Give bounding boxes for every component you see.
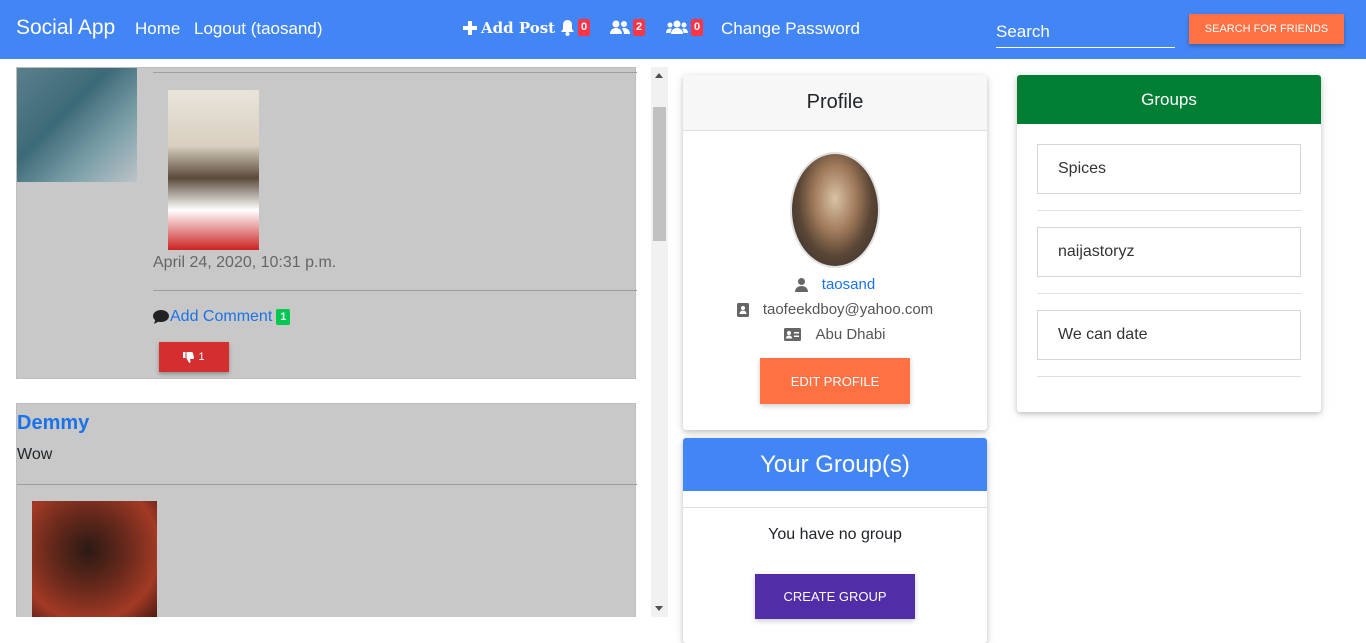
groups-card: Groups Spices naijastoryz We can date [1017,75,1321,412]
add-post-label: Add Post [481,19,556,37]
post-card: Demmy Wow [16,403,637,617]
feed-scrollbar[interactable] [651,67,668,617]
dislike-button[interactable]: 1 [159,342,229,372]
scroll-thumb[interactable] [653,107,666,241]
post-text: Wow [17,446,53,463]
users-icon [610,20,630,34]
nav-logout-link[interactable]: Logout (taosand) [194,19,323,39]
address-book-icon [736,302,749,317]
groups-title: Groups [1017,75,1321,124]
profile-email: taofeekdboy@yahoo.com [762,301,934,318]
change-password-link[interactable]: Change Password [721,19,860,39]
brand-link[interactable]: Social App [16,16,115,40]
comment-icon [153,309,169,324]
user-icon [794,277,808,292]
notifications-link[interactable]: 0 [560,19,591,36]
profile-username[interactable]: taosand [822,276,875,293]
divider [1037,210,1301,211]
add-comment-link[interactable]: Add Comment 1 [153,308,291,326]
divider [1037,293,1301,294]
divider [153,290,637,291]
add-comment-label: Add Comment [170,308,273,325]
friend-requests-link[interactable]: 2 [610,19,646,36]
divider [683,507,987,508]
group-item-spices[interactable]: Spices [1037,144,1301,194]
group-icon [666,20,688,34]
post-image[interactable] [168,90,259,250]
dislike-count: 1 [198,351,205,363]
profile-username-row: taosand [683,276,987,293]
profile-location-row: Abu Dhabi [683,326,987,343]
your-groups-title: Your Group(s) [683,438,987,491]
groups-badge: 0 [691,19,704,36]
comment-count-badge: 1 [276,309,291,325]
create-group-button[interactable]: CREATE GROUP [755,574,915,619]
navbar: Social App Home Logout (taosand) Add Pos… [0,0,1366,59]
group-item-naijastoryz[interactable]: naijastoryz [1037,227,1301,277]
friend-requests-badge: 2 [633,19,646,36]
profile-location: Abu Dhabi [815,326,886,343]
profile-card: Profile taosand taofeekdboy@yahoo.com Ab… [683,75,987,430]
plus-icon [463,21,477,35]
scroll-down-arrow-icon[interactable] [655,606,663,611]
nav-home-link[interactable]: Home [135,19,180,39]
divider [1037,376,1301,377]
post-author-avatar[interactable] [17,68,137,182]
profile-email-row: taofeekdboy@yahoo.com [683,301,987,318]
id-card-icon [784,328,802,341]
search-input[interactable] [996,12,1175,48]
post-date: April 24, 2020, 10:31 p.m. [153,254,337,271]
add-post-link[interactable]: Add Post [463,19,555,37]
group-item-we-can-date[interactable]: We can date [1037,310,1301,360]
edit-profile-button[interactable]: EDIT PROFILE [760,358,910,404]
profile-card-title: Profile [683,75,987,131]
profile-avatar [790,152,880,268]
notifications-badge: 0 [578,19,591,36]
post-feed[interactable]: April 24, 2020, 10:31 p.m. Add Comment 1… [0,67,650,617]
scroll-up-arrow-icon[interactable] [655,73,663,78]
divider [17,484,637,485]
divider [153,72,637,73]
groups-link[interactable]: 0 [666,19,704,36]
bell-icon [561,19,574,36]
post-image[interactable] [32,501,157,617]
post-author-name[interactable]: Demmy [17,412,89,435]
post-card: April 24, 2020, 10:31 p.m. Add Comment 1… [16,67,637,379]
your-groups-card: Your Group(s) You have no group CREATE G… [683,438,987,643]
search-for-friends-button[interactable]: SEARCH FOR FRIENDS [1189,14,1344,44]
thumbs-down-icon [183,351,195,363]
no-group-message: You have no group [768,526,902,543]
